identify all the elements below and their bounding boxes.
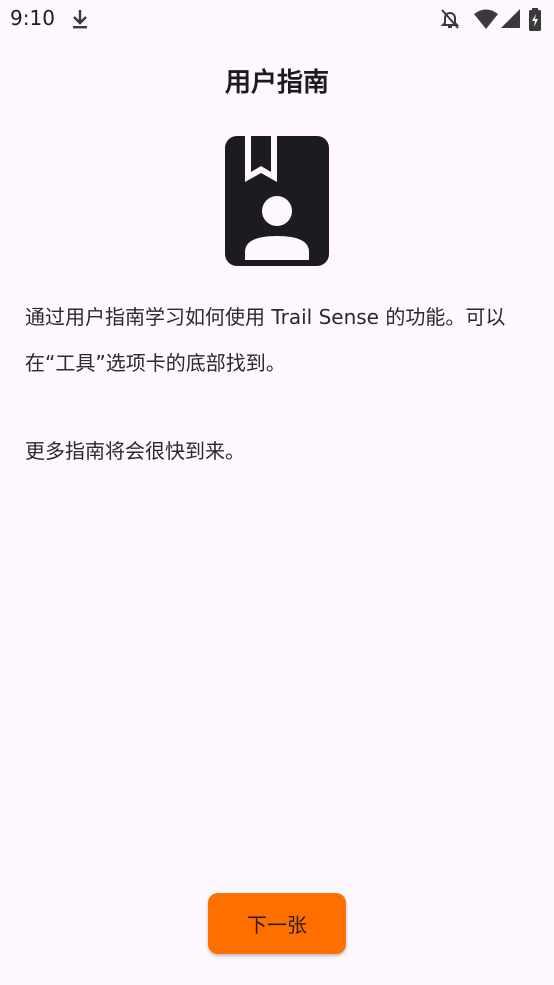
wifi-icon bbox=[474, 9, 498, 29]
next-button[interactable]: 下一张 bbox=[208, 893, 346, 954]
status-time: 9:10 bbox=[10, 6, 55, 30]
guide-description: 通过用户指南学习如何使用 Trail Sense 的功能。可以在“工具”选项卡的… bbox=[25, 305, 506, 375]
notifications-off-icon bbox=[440, 9, 460, 29]
cell-signal-icon bbox=[501, 9, 520, 28]
user-guide-book-icon bbox=[225, 136, 329, 266]
coming-soon-text: 更多指南将会很快到来。 bbox=[25, 439, 245, 463]
download-icon bbox=[73, 10, 87, 29]
battery-charging-icon bbox=[529, 8, 541, 31]
page-title: 用户指南 bbox=[224, 68, 329, 98]
status-bar: 9:10 bbox=[0, 0, 554, 38]
